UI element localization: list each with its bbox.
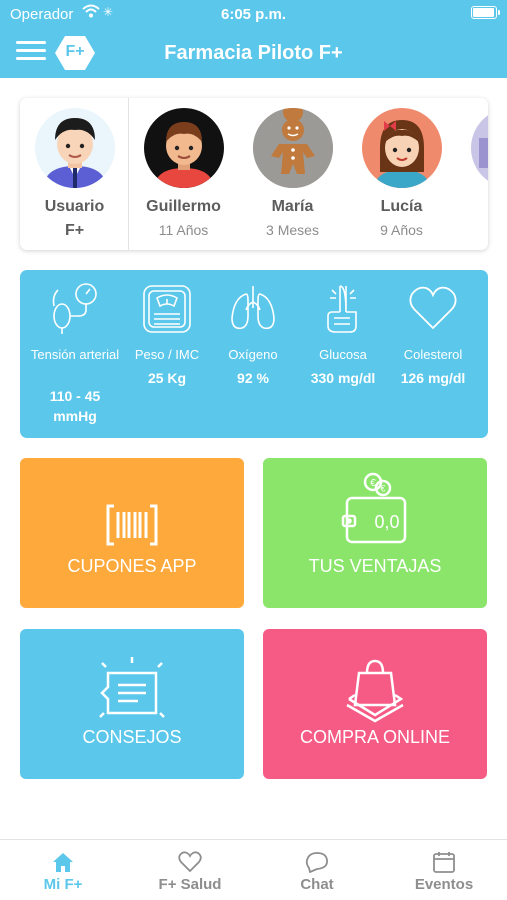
heart-outline-icon	[178, 851, 202, 873]
benefits-tile[interactable]: € € 0,0 TUS VENTAJAS	[263, 458, 487, 608]
profile-usuario[interactable]: Usuario F+	[20, 98, 129, 250]
metric-oxygen[interactable]: Oxígeno 92 %	[206, 270, 300, 438]
metric-label: Oxígeno	[228, 347, 278, 362]
metric-value: 110 - 45 mmHg	[49, 388, 101, 424]
page-title: Farmacia Piloto F+	[164, 42, 343, 64]
message-card-icon	[99, 657, 165, 718]
metric-value: 25 Kg	[147, 370, 187, 386]
profile-name: Usuario	[44, 198, 105, 215]
health-metrics-panel: Tensión arterial 110 - 45 mmHg Peso / IM…	[20, 270, 488, 438]
profile-name: Guillermo	[146, 198, 221, 215]
profile-lucia[interactable]: Lucía 9 Años	[347, 98, 456, 250]
tab-label: F+ Salud	[158, 876, 222, 893]
status-time: 6:05 p.m.	[220, 6, 287, 23]
wallet-balance: 0,0	[374, 512, 399, 532]
app-header: Operador ✳ 6:05 p.m. F+ Farmacia Piloto …	[0, 0, 507, 78]
wallet-icon: € € 0,0	[341, 472, 407, 544]
tips-tile[interactable]: CONSEJOS	[20, 629, 244, 779]
boy-avatar	[144, 108, 224, 188]
man-avatar	[35, 108, 115, 188]
tab-chat[interactable]: Chat	[254, 840, 380, 900]
profile-name: Lucía	[380, 198, 423, 215]
profile-maria[interactable]: María 3 Meses	[238, 98, 347, 250]
metric-value: 126 mg/dl	[400, 370, 466, 386]
gingerbread-avatar	[253, 108, 333, 188]
scale-icon	[143, 285, 191, 333]
metric-value: 330 mg/dl	[310, 370, 376, 386]
tab-eventos[interactable]: Eventos	[381, 840, 507, 900]
metric-label: Peso / IMC	[134, 347, 200, 362]
tile-label: TUS VENTAJAS	[308, 556, 442, 576]
tab-f-plus-salud[interactable]: F+ Salud	[127, 840, 253, 900]
calendar-icon	[433, 852, 455, 873]
profiles-carousel[interactable]: Usuario F+ Guillermo 11 Años María 3 Mes…	[20, 98, 488, 250]
tab-label: Mi F+	[43, 876, 83, 893]
metric-value: 92 %	[237, 370, 269, 386]
shopping-bag-icon	[346, 659, 404, 723]
bottom-tab-bar: Mi F+ F+ Salud Chat Eventos	[0, 839, 507, 900]
tile-label: COMPRA ONLINE	[299, 727, 451, 747]
battery-icon	[471, 6, 500, 19]
profile-guillermo[interactable]: Guillermo 11 Años	[129, 98, 238, 250]
profile-sub: 3 Meses	[266, 222, 319, 238]
metric-weight[interactable]: Peso / IMC 25 Kg	[120, 270, 214, 438]
chat-bubble-icon	[305, 852, 328, 874]
profile-name: María	[271, 198, 314, 215]
finger-prick-icon	[327, 285, 357, 333]
status-bar: Operador ✳ 6:05 p.m.	[0, 0, 507, 28]
online-shop-tile[interactable]: COMPRA ONLINE	[263, 629, 487, 779]
battery-fill	[473, 8, 494, 17]
metric-glucose[interactable]: Glucosa 330 mg/dl	[296, 270, 390, 438]
profile-name: To	[456, 198, 488, 216]
tab-mi-f-plus[interactable]: Mi F+	[0, 840, 126, 900]
barcode-icon	[106, 504, 158, 546]
metric-label: Tensión arterial	[30, 347, 120, 362]
metric-label: Glucosa	[319, 347, 367, 362]
tile-label: CONSEJOS	[82, 727, 182, 747]
profile-partial[interactable]: To	[456, 98, 488, 250]
metric-cholesterol[interactable]: Colesterol 126 mg/dl	[386, 270, 480, 438]
coupons-tile[interactable]: CUPONES APP	[20, 458, 244, 608]
profile-sub: 11 Años	[158, 222, 209, 238]
girl-avatar	[362, 108, 442, 188]
partial-avatar	[471, 108, 488, 188]
metric-label: Colesterol	[403, 347, 463, 362]
svg-text:€: €	[380, 484, 385, 494]
metric-blood-pressure[interactable]: Tensión arterial 110 - 45 mmHg	[28, 270, 122, 438]
tile-label: CUPONES APP	[67, 556, 197, 576]
home-icon	[53, 853, 73, 872]
profile-sub: F+	[64, 222, 85, 239]
lungs-icon	[231, 286, 275, 330]
tab-label: Chat	[300, 876, 334, 893]
heart-icon	[409, 286, 457, 330]
blood-pressure-icon	[52, 283, 97, 334]
profile-sub: 9 Años	[380, 222, 423, 238]
tab-label: Eventos	[414, 876, 474, 893]
